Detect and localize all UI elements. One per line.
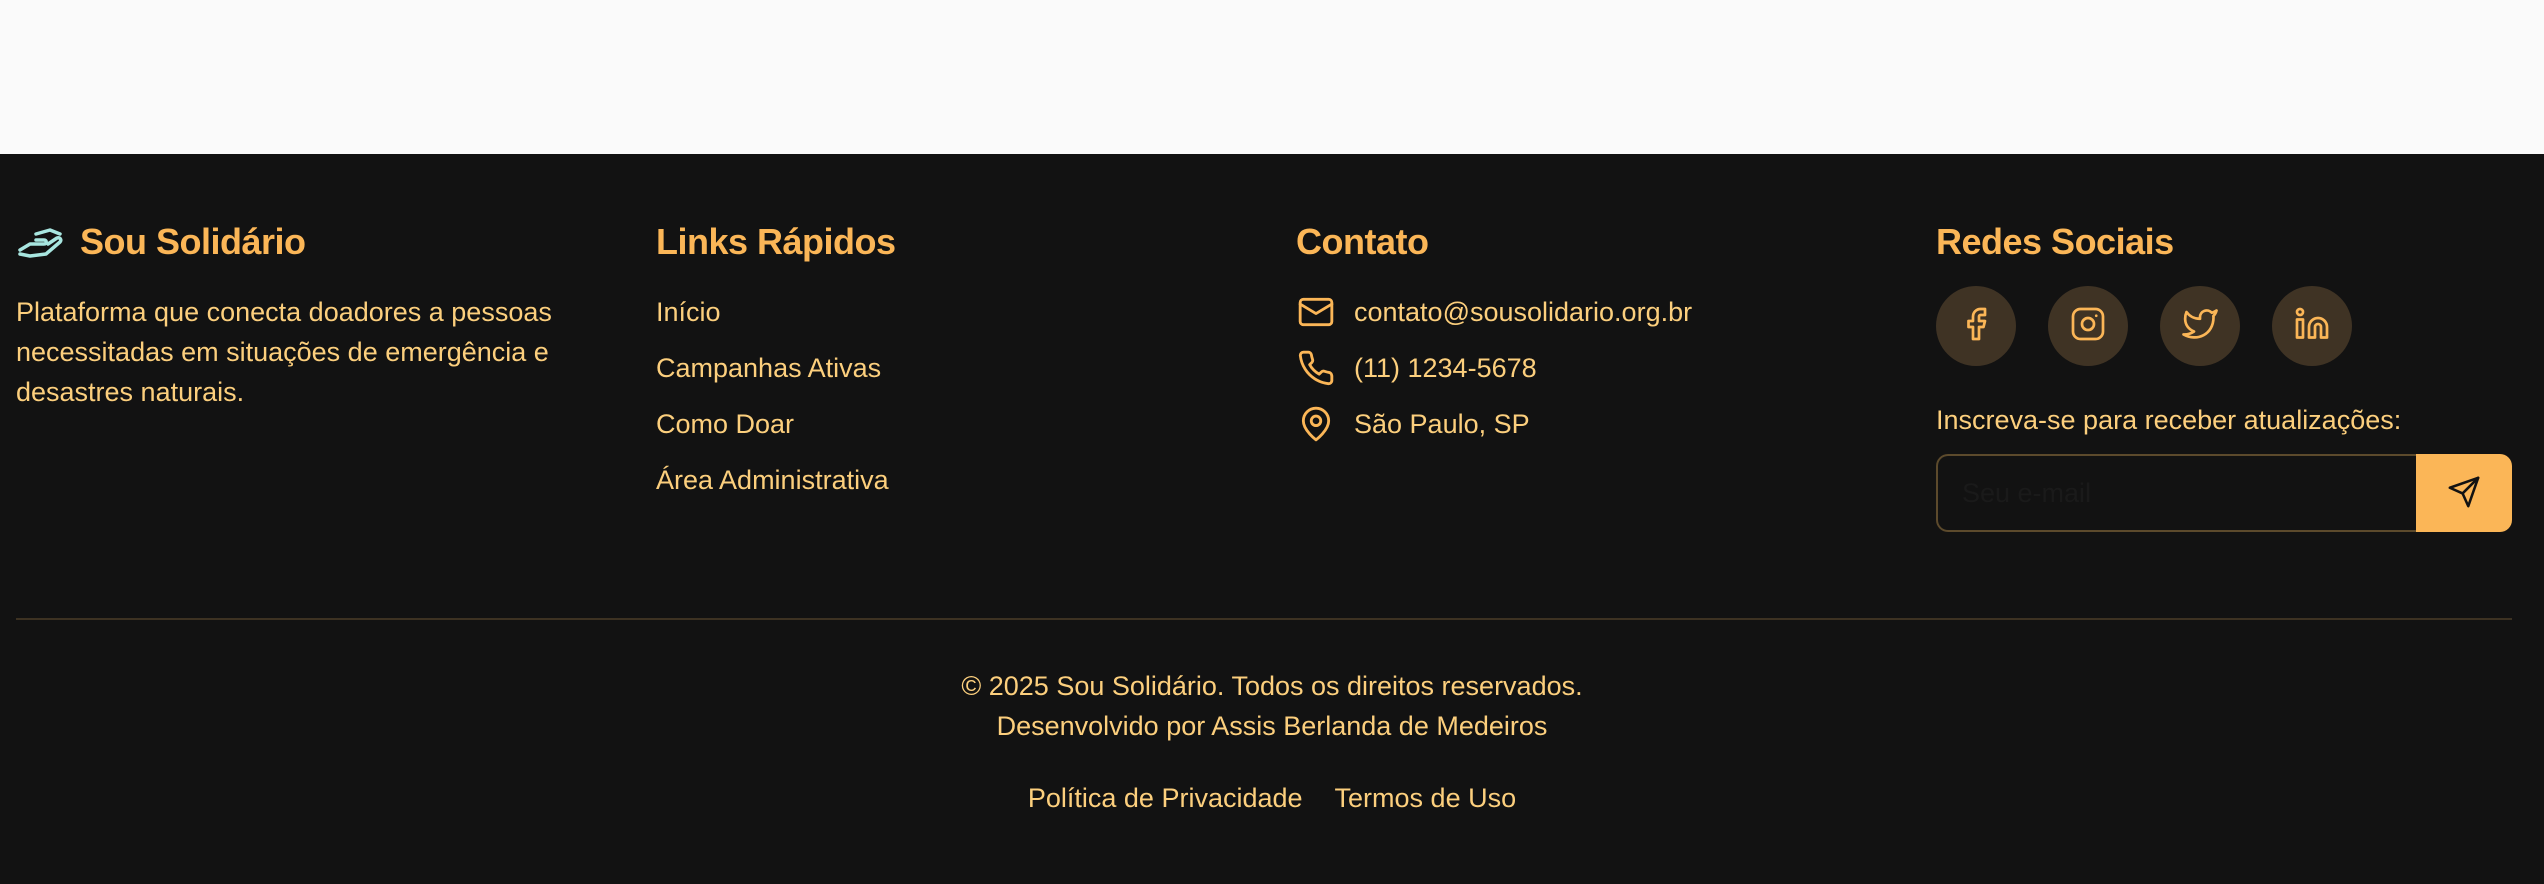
brand-name: Sou Solidário xyxy=(80,221,306,262)
contact-email-row: contato@sousolidario.org.br xyxy=(1296,292,1896,332)
handshake-icon xyxy=(16,222,64,262)
developer-credit: Desenvolvido por Assis Berlanda de Medei… xyxy=(996,711,1548,741)
send-icon xyxy=(2447,475,2481,512)
contact-location-row: São Paulo, SP xyxy=(1296,404,1896,444)
instagram-icon xyxy=(2070,306,2106,347)
twitter-icon xyxy=(2182,306,2218,347)
facebook-button[interactable] xyxy=(1936,286,2016,366)
legal-links: Política de Privacidade Termos de Uso xyxy=(0,778,2544,818)
privacy-policy-link[interactable]: Política de Privacidade xyxy=(1028,778,1303,818)
contact-phone-row: (11) 1234-5678 xyxy=(1296,348,1896,388)
twitter-button[interactable] xyxy=(2160,286,2240,366)
mail-icon xyxy=(1296,292,1336,332)
brand-description: Plataforma que conecta doadores a pessoa… xyxy=(16,297,552,407)
subscribe-form xyxy=(1936,454,2512,532)
link-inicio[interactable]: Início xyxy=(656,292,1256,332)
contact-phone[interactable]: (11) 1234-5678 xyxy=(1354,353,1537,384)
linkedin-button[interactable] xyxy=(2272,286,2352,366)
brand-heading: Sou Solidário xyxy=(16,222,616,262)
quick-links-list: Início Campanhas Ativas Como Doar Área A… xyxy=(656,292,1256,500)
map-pin-icon xyxy=(1296,404,1336,444)
link-area-administrativa[interactable]: Área Administrativa xyxy=(656,460,1256,500)
subscribe-label: Inscreva-se para receber atualizações: xyxy=(1936,405,2402,435)
instagram-button[interactable] xyxy=(2048,286,2128,366)
copyright-text: © 2025 Sou Solidário. Todos os direitos … xyxy=(961,671,1583,701)
contact-email[interactable]: contato@sousolidario.org.br xyxy=(1354,297,1692,328)
contact-heading: Contato xyxy=(1296,221,1429,262)
linkedin-icon xyxy=(2294,306,2330,347)
footer-links-column: Links Rápidos Início Campanhas Ativas Co… xyxy=(656,222,1256,516)
contact-location: São Paulo, SP xyxy=(1354,408,1530,439)
quick-links-heading: Links Rápidos xyxy=(656,221,896,262)
link-campanhas-ativas[interactable]: Campanhas Ativas xyxy=(656,348,1256,388)
footer-contact-column: Contato contato@sousolidario.org.br (11)… xyxy=(1296,222,1896,460)
newsletter-email-input[interactable] xyxy=(1936,454,2416,532)
facebook-icon xyxy=(1958,306,1994,347)
page-content-area xyxy=(0,0,2544,154)
phone-icon xyxy=(1296,348,1336,388)
footer-brand-column: Sou Solidário Plataforma que conecta doa… xyxy=(16,222,616,412)
link-como-doar[interactable]: Como Doar xyxy=(656,404,1256,444)
footer-divider xyxy=(16,618,2512,620)
terms-of-use-link[interactable]: Termos de Uso xyxy=(1335,778,1517,818)
footer-social-column: Redes Sociais Inscreva-se para receber a… xyxy=(1936,222,2528,532)
social-buttons xyxy=(1936,286,2528,366)
contact-list: contato@sousolidario.org.br (11) 1234-56… xyxy=(1296,292,1896,444)
footer-bottom: © 2025 Sou Solidário. Todos os direitos … xyxy=(0,666,2544,818)
social-heading: Redes Sociais xyxy=(1936,221,2174,262)
site-footer: Sou Solidário Plataforma que conecta doa… xyxy=(0,154,2544,884)
subscribe-send-button[interactable] xyxy=(2416,454,2512,532)
